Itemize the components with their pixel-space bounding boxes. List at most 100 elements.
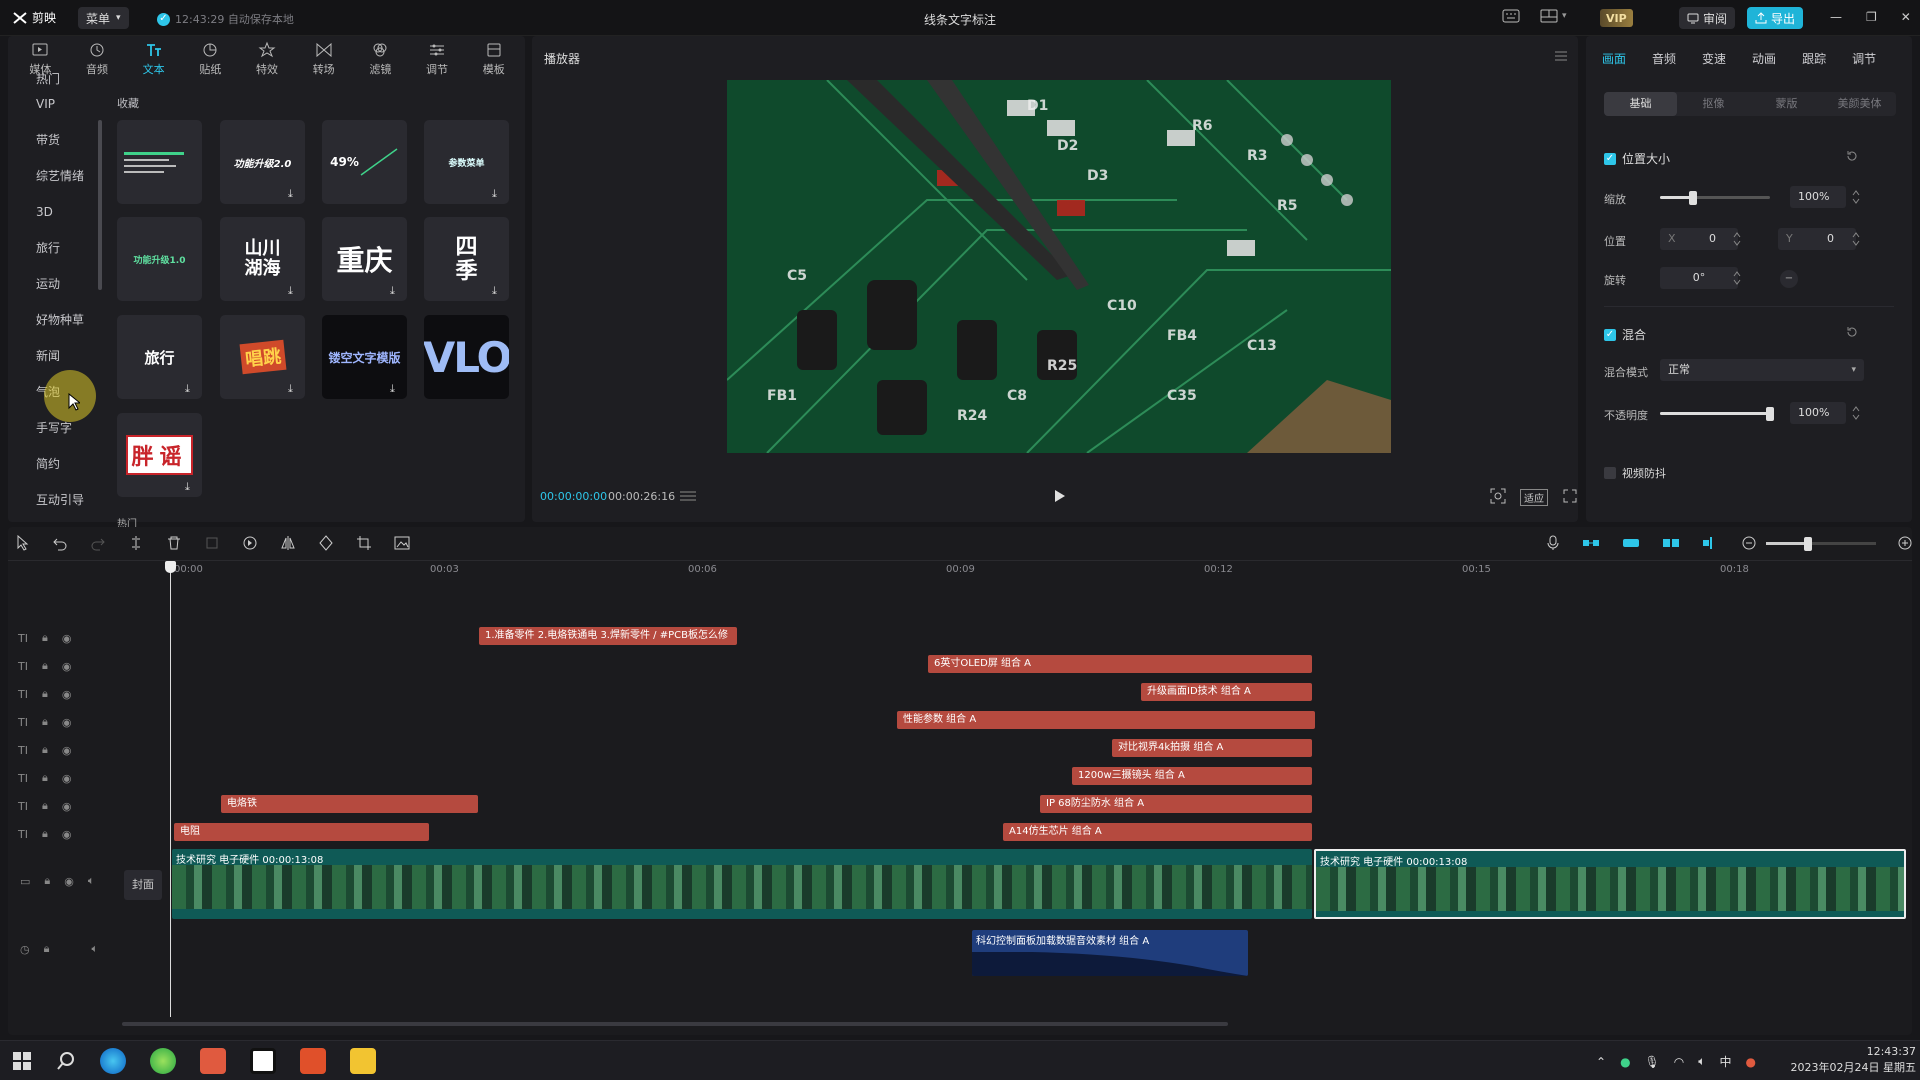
lock-icon[interactable]: 🔒︎ (42, 743, 48, 757)
text-template-tile[interactable]: 山川湖海 ⤓ (220, 217, 305, 301)
stepper-icon[interactable] (1852, 188, 1860, 206)
input-method-icon[interactable]: 中 (1719, 1053, 1731, 1070)
category-item[interactable]: 带货 (28, 122, 98, 158)
download-icon[interactable]: ⤓ (390, 285, 402, 297)
opacity-slider[interactable] (1660, 407, 1774, 421)
mirror-icon[interactable] (280, 535, 296, 551)
restore-icon[interactable]: ❐ (1866, 10, 1877, 24)
text-template-tile[interactable]: 49% (322, 120, 407, 204)
blend-mode-select[interactable]: 正常 ▾ (1660, 359, 1864, 381)
eye-icon[interactable]: ◉ (62, 828, 72, 841)
aspect-ratio-button[interactable]: 适应 (1520, 489, 1548, 506)
text-clip[interactable]: 1.准备零件 2.电烙铁通电 3.焊新零件 / #PCB板怎么修 (479, 627, 737, 645)
category-item[interactable]: VIP (28, 86, 98, 122)
zoom-slider-knob[interactable] (1804, 536, 1812, 551)
reverse-icon[interactable] (242, 535, 258, 551)
search-icon[interactable] (56, 1051, 76, 1071)
linkage-icon[interactable] (1662, 536, 1680, 550)
text-clip[interactable]: 1200w三摄镜头 组合 A (1072, 767, 1312, 785)
text-template-tile[interactable]: VLO (424, 315, 509, 399)
lock-icon[interactable]: 🔒︎ (42, 687, 48, 701)
tab-tracking[interactable]: 跟踪 (1802, 50, 1826, 67)
image-adjust-icon[interactable] (394, 535, 410, 551)
scale-input[interactable]: 100% (1790, 186, 1846, 208)
category-item[interactable]: 简约 (28, 446, 98, 482)
text-template-tile[interactable]: 功能升级2.0 ⤓ (220, 120, 305, 204)
zoom-out-icon[interactable] (1742, 536, 1756, 550)
subtab-cutout[interactable]: 抠像 (1677, 92, 1750, 116)
download-icon[interactable]: ⤓ (390, 383, 402, 395)
speaker-icon[interactable]: 🔈︎ (88, 874, 95, 888)
tab-template[interactable]: 模板 (465, 38, 522, 80)
play-icon[interactable] (1052, 489, 1066, 503)
speaker-icon[interactable]: 🔈︎ (91, 942, 98, 956)
eye-icon[interactable]: ◉ (64, 875, 74, 888)
volume-icon[interactable]: 🔈︎ (1698, 1054, 1705, 1069)
browser-icon[interactable] (150, 1048, 176, 1074)
eye-icon[interactable]: ◉ (62, 744, 72, 757)
text-template-tile[interactable]: 四季 ⤓ (424, 217, 509, 301)
text-template-tile[interactable]: 功能升级1.0 (117, 217, 202, 301)
scale-slider-knob[interactable] (1689, 191, 1697, 205)
delete-icon[interactable] (166, 535, 182, 551)
screenshot-icon[interactable] (1490, 488, 1506, 504)
rotate-icon[interactable] (318, 535, 334, 551)
text-clip[interactable]: A14仿生芯片 组合 A (1003, 823, 1312, 841)
position-x-input[interactable]: X 0 (1660, 228, 1738, 250)
opacity-input[interactable]: 100% (1790, 402, 1846, 424)
position-y-input[interactable]: Y 0 (1778, 228, 1856, 250)
timeline-ruler[interactable]: 00:00 00:03 00:06 00:09 00:12 00:15 00:1… (160, 562, 1905, 578)
zoom-in-icon[interactable] (1898, 536, 1912, 550)
fullscreen-icon[interactable] (1563, 489, 1577, 503)
player-menu-icon[interactable] (1554, 50, 1568, 62)
text-clip[interactable]: 电烙铁 (221, 795, 478, 813)
link-main-track-icon[interactable] (1582, 536, 1600, 550)
text-clip[interactable]: 对比视界4k拍摄 组合 A (1112, 739, 1312, 757)
xmind-icon[interactable] (300, 1048, 326, 1074)
undo-icon[interactable] (52, 535, 68, 551)
eye-icon[interactable]: ◉ (62, 688, 72, 701)
timeline-scrollbar[interactable] (122, 1022, 1228, 1026)
lock-icon[interactable]: 🔒︎ (42, 631, 48, 645)
tab-text[interactable]: 文本 (125, 38, 182, 80)
select-cursor-icon[interactable] (16, 535, 30, 551)
lock-icon[interactable]: 🔒︎ (42, 771, 48, 785)
timecode-grid-icon[interactable] (678, 489, 698, 503)
vip-badge[interactable]: VIP (1600, 9, 1633, 27)
tab-effects[interactable]: 特效 (239, 38, 296, 80)
playhead[interactable] (170, 562, 171, 1017)
tab-transition[interactable]: 转场 (295, 38, 352, 80)
reset-icon[interactable] (1846, 150, 1858, 162)
category-item[interactable]: 旅行 (28, 230, 98, 266)
tab-inspector-audio[interactable]: 音频 (1652, 50, 1676, 67)
lock-icon[interactable]: 🔒︎ (44, 874, 50, 888)
category-item[interactable]: 综艺情绪 (28, 158, 98, 194)
video-clip-selected[interactable]: 技术研究 电子硬件 00:00:13:08 (1314, 849, 1906, 919)
chevron-down-icon[interactable]: ▾ (1562, 11, 1567, 21)
redo-icon[interactable] (90, 535, 106, 551)
opacity-slider-knob[interactable] (1766, 407, 1774, 421)
preview-axis-icon[interactable] (1702, 536, 1720, 550)
crop-icon[interactable] (356, 535, 372, 551)
lock-icon[interactable]: 🔒︎ (42, 715, 48, 729)
stabilize-checkbox[interactable] (1604, 467, 1616, 479)
edge-browser-icon[interactable] (100, 1048, 126, 1074)
text-template-tile[interactable]: 旅行 ⤓ (117, 315, 202, 399)
text-template-tile[interactable]: 重庆 ⤓ (322, 217, 407, 301)
eye-icon[interactable]: ◉ (62, 660, 72, 673)
text-template-tile[interactable]: 胖谣 ⤓ (117, 413, 202, 497)
magnet-icon[interactable] (1622, 536, 1640, 550)
eye-icon[interactable]: ◉ (62, 632, 72, 645)
review-button[interactable]: 审阅 (1679, 7, 1736, 29)
download-icon[interactable]: ⤓ (185, 481, 197, 493)
stepper-icon[interactable] (1733, 230, 1741, 248)
eye-icon[interactable]: ◉ (62, 800, 72, 813)
stepper-icon[interactable] (1733, 269, 1741, 287)
download-icon[interactable]: ⤓ (492, 285, 504, 297)
text-clip[interactable]: 升级画面ID技术 组合 A (1141, 683, 1312, 701)
download-icon[interactable]: ⤓ (492, 188, 504, 200)
windows-start-icon[interactable] (12, 1051, 32, 1071)
lock-icon[interactable]: 🔒︎ (44, 942, 50, 956)
position-size-checkbox[interactable]: ✓ (1604, 152, 1616, 165)
wifi-icon[interactable]: ◠ (1674, 1055, 1684, 1069)
